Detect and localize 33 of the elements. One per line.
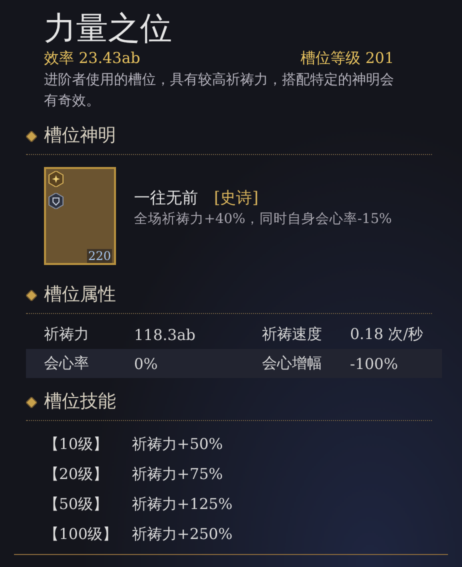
section-heading: 槽位属性 <box>44 283 116 307</box>
stat-value: -100% <box>350 354 399 372</box>
skill-effect: 祈祷力+250% <box>132 524 234 544</box>
diamond-icon <box>26 130 37 142</box>
description-text: 进阶者使用的槽位，具有较高祈祷力，搭配特定的神明会有奇效。 <box>44 71 395 111</box>
panel-title: 力量之位 <box>44 8 173 48</box>
level-number: 220 <box>87 249 112 263</box>
rarity-label: [史诗] <box>214 187 258 209</box>
stat-label: 会心率 <box>44 354 90 373</box>
deity-effect: 全场祈祷力+40%，同时自身会心率-15% <box>134 210 392 229</box>
diamond-icon <box>26 396 37 408</box>
skill-level: 【100级】 <box>44 524 119 544</box>
deity-portrait[interactable]: 220 <box>44 167 116 265</box>
shield-badge-icon <box>48 193 64 209</box>
skill-effect: 祈祷力+50% <box>132 434 224 454</box>
stat-label: 会心增幅 <box>262 354 323 373</box>
deity-name: 一往无前 <box>134 187 198 209</box>
star-badge-icon <box>48 171 64 187</box>
stat-value: 0% <box>134 354 159 372</box>
section-heading: 槽位神明 <box>44 124 116 148</box>
section-heading: 槽位技能 <box>44 390 116 414</box>
skill-effect: 祈祷力+75% <box>132 464 224 484</box>
skill-level: 【20级】 <box>44 464 110 484</box>
skill-level: 【10级】 <box>44 434 110 454</box>
stat-label: 祈祷速度 <box>262 325 323 344</box>
skill-level: 【50级】 <box>44 494 110 514</box>
slot-level-text: 槽位等级 201 <box>300 48 394 68</box>
stat-label: 祈祷力 <box>44 325 90 344</box>
stat-value: 0.18 次/秒 <box>350 325 424 344</box>
diamond-icon <box>26 290 37 300</box>
efficiency-text: 效率 23.43ab <box>44 48 140 68</box>
skill-effect: 祈祷力+125% <box>132 494 234 514</box>
stat-value: 118.3ab <box>134 326 196 344</box>
